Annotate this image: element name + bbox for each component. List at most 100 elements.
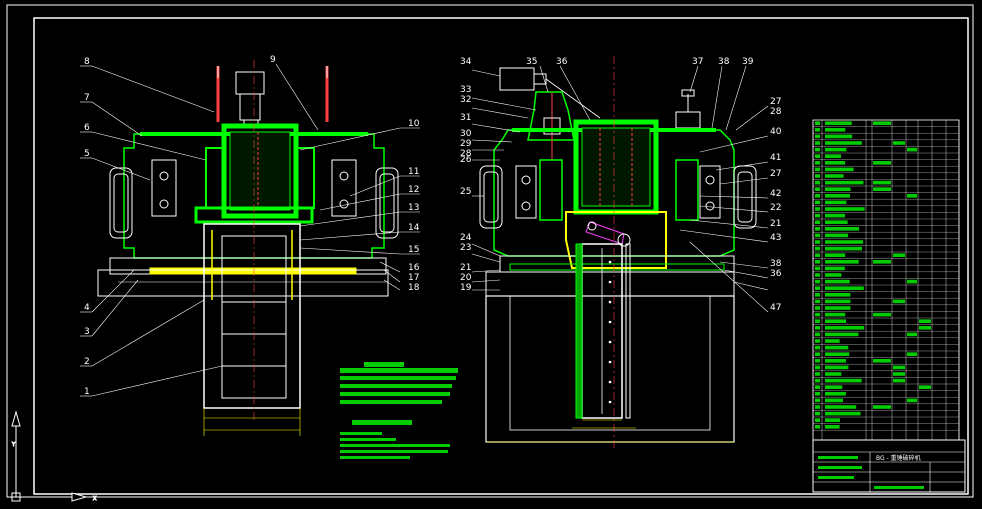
table-cell (815, 260, 820, 264)
table-cell (815, 200, 820, 205)
table-cell (815, 147, 820, 152)
table-cell (815, 273, 820, 277)
table-cell (825, 332, 859, 337)
left-balloon-15: 15 (408, 245, 419, 255)
table-cell (919, 319, 931, 323)
table-cell (815, 352, 820, 356)
table-cell (825, 378, 862, 383)
right-balloon-33: 33 (460, 85, 471, 95)
table-cell (825, 187, 851, 191)
right-balloon-26: 26 (460, 155, 472, 165)
right-balloon-31: 31 (460, 113, 471, 123)
table-cell (825, 174, 844, 178)
svg-text:Y: Y (11, 442, 16, 448)
table-cell (825, 246, 862, 251)
right-balloon-30: 30 (460, 129, 472, 139)
table-cell (815, 174, 820, 178)
table-cell (825, 141, 862, 145)
table-cell (815, 293, 820, 297)
table-cell (815, 286, 820, 290)
technical-notes (340, 362, 458, 459)
table-cell (825, 194, 850, 198)
table-cell (825, 180, 864, 185)
table-cell (825, 273, 842, 277)
table-cell (815, 299, 820, 304)
left-balloon-7: 7 (84, 93, 90, 103)
table-cell (825, 147, 847, 152)
left-balloon-16: 16 (408, 263, 420, 273)
drawing-outer-frame (6, 4, 974, 498)
table-cell (825, 372, 842, 376)
table-cell (825, 227, 860, 231)
table-cell (815, 306, 820, 310)
table-cell (815, 312, 820, 317)
left-view-balloons (80, 63, 420, 397)
left-balloon-9: 9 (270, 55, 276, 65)
table-cell (815, 180, 820, 185)
table-cell (825, 365, 849, 370)
table-cell (825, 161, 846, 165)
table-cell (815, 326, 820, 330)
table-cell (825, 398, 844, 403)
table-cell (907, 147, 917, 152)
right-balloon-36: 36 (770, 269, 782, 279)
right-balloon-42: 42 (770, 189, 781, 199)
cad-drawing-canvas[interactable]: Y X 8 97651011121314151617184321 34 35 3… (0, 0, 982, 509)
table-cell (825, 134, 853, 139)
table-cell (825, 220, 848, 224)
right-balloon-40: 40 (770, 127, 782, 137)
right-balloon-25: 25 (460, 187, 471, 197)
table-cell (907, 352, 917, 356)
table-cell (893, 372, 905, 376)
table-cell (815, 246, 820, 251)
table-cell (873, 121, 891, 125)
table-cell (893, 378, 905, 383)
table-cell (825, 359, 846, 363)
table-cell (893, 141, 905, 145)
table-cell (815, 339, 820, 343)
left-balloon-12: 12 (408, 185, 419, 195)
table-cell (825, 260, 859, 264)
table-cell (907, 194, 917, 198)
right-balloon-36: 36 (556, 57, 568, 67)
right-balloon-35: 35 (526, 57, 537, 67)
left-balloon-11: 11 (408, 167, 419, 177)
left-balloon-2: 2 (84, 357, 90, 367)
right-balloon-21: 21 (770, 219, 781, 229)
table-cell (815, 128, 820, 132)
table-cell (815, 154, 820, 158)
table-cell (815, 398, 820, 403)
table-cell (825, 293, 851, 297)
right-balloon-43: 43 (770, 233, 781, 243)
right-balloon-41: 41 (770, 153, 781, 163)
right-balloon-27: 27 (770, 169, 781, 179)
table-cell (815, 405, 820, 409)
table-cell (893, 365, 905, 370)
table-cell (825, 418, 840, 422)
table-cell (815, 227, 820, 231)
table-cell (815, 418, 820, 422)
table-cell (873, 359, 891, 363)
right-balloon-24: 24 (460, 233, 472, 243)
table-cell (825, 411, 861, 416)
table-cell (825, 299, 851, 304)
right-balloon-19: 19 (460, 283, 472, 293)
left-balloon-labels: 8 9 7 6 5 10 11 12 13 14 15 161718 4 3 2 1 (84, 55, 420, 397)
left-balloon-3: 3 (84, 327, 90, 337)
table-cell (873, 405, 891, 409)
right-balloon-38: 38 (770, 259, 782, 269)
table-cell (815, 240, 820, 244)
table-cell (825, 200, 847, 205)
table-cell (825, 167, 854, 172)
table-cell (815, 345, 820, 350)
table-cell (815, 411, 820, 416)
table-cell (907, 279, 917, 284)
right-balloon-23: 23 (460, 243, 471, 253)
left-balloon-13: 13 (408, 203, 419, 213)
table-cell (825, 392, 846, 396)
svg-text:X: X (93, 496, 97, 502)
table-cell (825, 207, 865, 211)
table-cell (873, 161, 891, 165)
table-cell (815, 319, 820, 323)
table-cell (825, 425, 840, 429)
